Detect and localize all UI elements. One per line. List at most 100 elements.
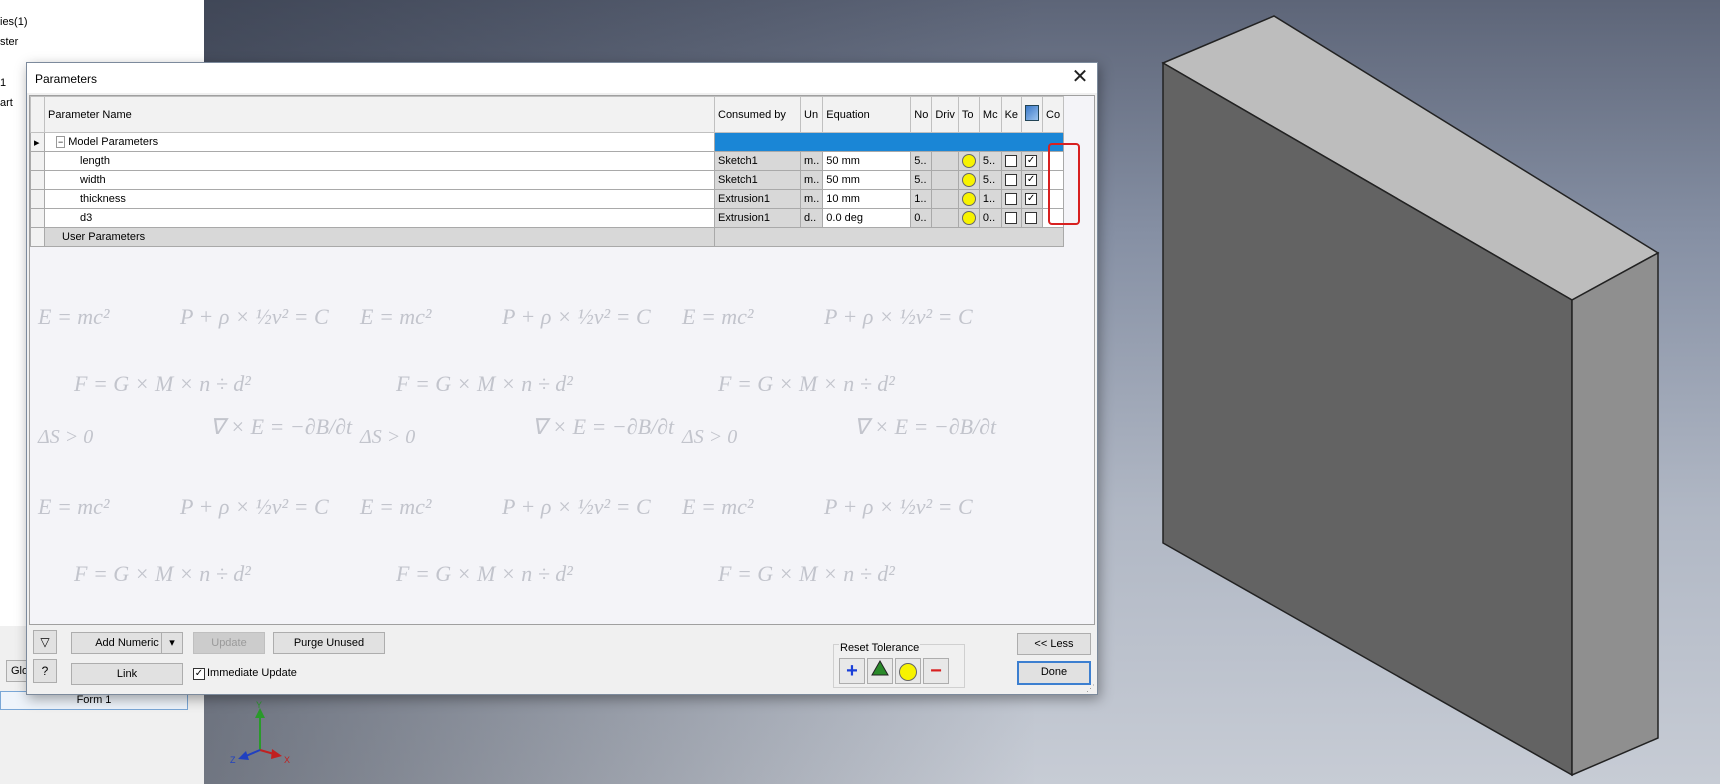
col-header-tolerance[interactable]: To [957,96,980,133]
export-checkbox[interactable]: ✓ [1025,193,1038,206]
z-axis-label: Z [230,755,236,765]
model-value-cell: 5.. [978,170,1002,190]
tolerance-cell[interactable] [957,151,980,171]
export-cell[interactable]: ✓ [1021,189,1044,209]
param-name-cell[interactable]: d3 [44,208,715,228]
key-cell[interactable] [1000,208,1023,228]
help-icon[interactable]: ? [33,659,57,683]
tolerance-cell[interactable] [957,208,980,228]
col-header-parameter-name[interactable]: Parameter Name [44,96,715,133]
param-name-cell[interactable]: thickness [44,189,715,209]
group-row-user[interactable]: User Parameters [30,227,1065,247]
group-row-selection [713,132,1065,152]
y-axis-label: Y [256,700,262,710]
group-label-model-parameters[interactable]: − Model Parameters [44,132,715,152]
key-checkbox[interactable] [1004,212,1017,225]
equation-cell[interactable]: 50 mm [822,170,912,190]
collapse-icon[interactable]: − [56,136,66,148]
browser-item[interactable]: ster [0,36,18,48]
parameter-grid: E = mc² P + ρ × ½v² = C E = mc² P + ρ × … [29,95,1095,625]
tolerance-dot-icon[interactable] [961,192,976,206]
comment-cell[interactable] [1042,208,1065,228]
equation-cell[interactable]: 0.0 deg [822,208,912,228]
chevron-down-icon[interactable]: ▾ [161,632,183,654]
nominal-cell[interactable]: 1.. [910,189,933,209]
equation-cell[interactable]: 10 mm [822,189,912,209]
col-header-model-value[interactable]: Mc [978,96,1002,133]
done-button[interactable]: Done [1017,661,1091,685]
less-button[interactable]: << Less [1017,633,1091,655]
col-header-key[interactable]: Ke [1000,96,1023,133]
nominal-cell[interactable]: 5.. [910,151,933,171]
nominal-cell[interactable]: 0.. [910,208,933,228]
3d-block-model[interactable] [1150,0,1670,784]
col-header-equation[interactable]: Equation [822,96,912,133]
col-header-driving[interactable]: Driv [931,96,959,133]
tolerance-dot-icon[interactable] [961,154,976,168]
unit-cell[interactable]: m.. [799,189,824,209]
resize-grip-icon[interactable]: ⋰ [1086,683,1095,694]
driving-cell [931,151,959,171]
unit-cell[interactable]: m.. [799,151,824,171]
parameter-row-width[interactable]: width Sketch1 m.. 50 mm 5.. 5.. ✓ [30,170,1065,190]
export-checkbox[interactable]: ✓ [1025,155,1038,168]
consumed-by-cell: Sketch1 [714,170,801,190]
dialog-titlebar[interactable]: Parameters ✕ [27,63,1097,93]
link-button[interactable]: Link [71,663,183,685]
update-button[interactable]: Update [193,632,265,654]
median-tolerance-icon[interactable] [895,658,921,684]
param-name-cell[interactable]: length [44,151,715,171]
col-header-unit[interactable]: Un [799,96,824,133]
browser-item[interactable]: art [0,97,13,109]
col-header-comment[interactable]: Co [1042,96,1065,133]
tolerance-dot-icon[interactable] [961,211,976,225]
export-checkbox[interactable] [1025,212,1038,225]
key-cell[interactable] [1000,151,1023,171]
close-icon[interactable]: ✕ [1069,67,1091,89]
col-header-export-icon[interactable] [1021,96,1044,133]
filter-icon[interactable]: ▽ [33,630,57,654]
driving-cell [931,170,959,190]
nominal-tolerance-icon[interactable] [867,658,893,684]
col-header-nominal[interactable]: No [910,96,933,133]
key-checkbox[interactable] [1004,174,1017,187]
export-cell[interactable]: ✓ [1021,151,1044,171]
tolerance-cell[interactable] [957,170,980,190]
comment-cell[interactable] [1042,189,1065,209]
driving-cell [931,189,959,209]
group-label-user-parameters[interactable]: User Parameters [44,227,715,247]
parameter-row-length[interactable]: length Sketch1 m.. 50 mm 5.. 5.. ✓ [30,151,1065,171]
nominal-cell[interactable]: 5.. [910,170,933,190]
key-cell[interactable] [1000,170,1023,190]
upper-tolerance-icon[interactable]: + [839,658,865,684]
consumed-by-cell: Extrusion1 [714,189,801,209]
browser-item[interactable]: ies(1) [0,16,28,28]
group-row-model[interactable]: ▸ − Model Parameters [30,132,1065,152]
immediate-update-label: Immediate Update [207,667,297,679]
parameter-row-thickness[interactable]: thickness Extrusion1 m.. 10 mm 1.. 1.. ✓ [30,189,1065,209]
current-row-arrow-icon: ▸ [30,132,45,152]
reset-tolerance-title: Reset Tolerance [839,642,921,654]
comment-cell[interactable] [1042,170,1065,190]
key-checkbox[interactable] [1004,193,1017,206]
tolerance-cell[interactable] [957,189,980,209]
browser-item[interactable]: 1 [0,77,6,89]
export-checkbox[interactable]: ✓ [1025,174,1038,187]
tolerance-dot-icon[interactable] [961,173,976,187]
export-cell[interactable] [1021,208,1044,228]
key-cell[interactable] [1000,189,1023,209]
comment-cell[interactable] [1042,151,1065,171]
model-value-cell: 5.. [978,151,1002,171]
header-row: Parameter Name Consumed by Un Equation N… [30,96,1065,133]
key-checkbox[interactable] [1004,155,1017,168]
equation-cell[interactable]: 50 mm [822,151,912,171]
lower-tolerance-icon[interactable]: − [923,658,949,684]
col-header-consumed-by[interactable]: Consumed by [714,96,801,133]
purge-unused-button[interactable]: Purge Unused [273,632,385,654]
param-name-cell[interactable]: width [44,170,715,190]
immediate-update-checkbox[interactable]: ✓ [193,668,205,680]
unit-cell[interactable]: m.. [799,170,824,190]
unit-cell[interactable]: d.. [799,208,824,228]
parameter-row-d3[interactable]: d3 Extrusion1 d.. 0.0 deg 0.. 0.. [30,208,1065,228]
export-cell[interactable]: ✓ [1021,170,1044,190]
